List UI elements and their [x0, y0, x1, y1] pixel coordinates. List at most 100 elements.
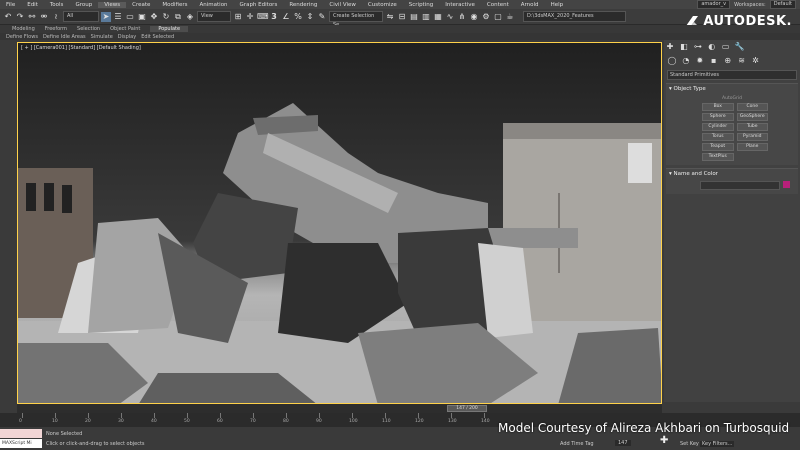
- populate-edit-selected[interactable]: Edit Selected: [141, 34, 174, 40]
- name-color-header[interactable]: ▾ Name and Color: [666, 169, 798, 179]
- primitive-cylinder-button[interactable]: Cylinder: [702, 123, 734, 131]
- menu-content[interactable]: Content: [481, 2, 515, 8]
- snaps-toggle-icon[interactable]: 3: [269, 12, 279, 22]
- object-type-header[interactable]: ▾ Object Type: [666, 84, 798, 94]
- maxscript-listener[interactable]: [0, 429, 42, 438]
- menu-customize[interactable]: Customize: [362, 2, 403, 8]
- primitive-geosphere-button[interactable]: GeoSphere: [736, 113, 768, 121]
- primitive-pyramid-button[interactable]: Pyramid: [736, 133, 768, 141]
- redo-icon[interactable]: ↷: [15, 12, 25, 22]
- select-object-icon[interactable]: ➤: [101, 11, 111, 22]
- menu-arnold[interactable]: Arnold: [515, 2, 545, 8]
- percent-snap-icon[interactable]: %: [293, 12, 303, 22]
- bind-spacewarp-icon[interactable]: ≀: [51, 12, 61, 22]
- mirror-icon[interactable]: ⇋: [385, 12, 395, 22]
- spacewarps-icon[interactable]: ≋: [737, 56, 747, 66]
- primitive-tube-button[interactable]: Tube: [736, 123, 768, 131]
- rotate-icon[interactable]: ↻: [161, 12, 171, 22]
- menu-views[interactable]: Views: [98, 1, 127, 8]
- camera-viewport[interactable]: [ + ] [Camera001] [Standard] [Default Sh…: [17, 42, 662, 404]
- menu-file[interactable]: File: [0, 2, 21, 8]
- menu-interactive[interactable]: Interactive: [439, 2, 481, 8]
- align-icon[interactable]: ⊟: [397, 12, 407, 22]
- ribbon-toggle-icon[interactable]: ▦: [433, 12, 443, 22]
- ribbon-tab-modeling[interactable]: Modeling: [12, 26, 35, 32]
- select-by-name-icon[interactable]: ☰: [113, 12, 123, 22]
- display-tab-icon[interactable]: ▭: [721, 42, 731, 52]
- menu-scripting[interactable]: Scripting: [403, 2, 439, 8]
- schematic-view-icon[interactable]: ⋔: [457, 12, 467, 22]
- set-key-button[interactable]: Set Key: [680, 441, 699, 447]
- time-slider-thumb[interactable]: 147 / 200: [447, 405, 487, 412]
- create-tab-icon[interactable]: ✚: [665, 42, 675, 52]
- time-slider-track[interactable]: 147 / 200: [17, 404, 662, 413]
- ribbon-tab-populate[interactable]: Populate: [150, 26, 189, 32]
- menu-tools[interactable]: Tools: [44, 2, 70, 8]
- render-icon[interactable]: ☕: [505, 12, 515, 22]
- populate-define-flows[interactable]: Define Flows: [6, 34, 38, 40]
- scene-explorer-icon[interactable]: ▤: [409, 12, 419, 22]
- render-setup-icon[interactable]: ⚙: [481, 12, 491, 22]
- set-key-icon[interactable]: ✚: [660, 435, 668, 446]
- undo-icon[interactable]: ↶: [3, 12, 13, 22]
- pivot-center-icon[interactable]: ⊞: [233, 12, 243, 22]
- shapes-icon[interactable]: ◔: [681, 56, 691, 66]
- user-account[interactable]: amador_v: [697, 0, 731, 9]
- primitive-plane-button[interactable]: Plane: [736, 143, 768, 151]
- spinner-snap-icon[interactable]: ⇕: [305, 12, 315, 22]
- modify-tab-icon[interactable]: ◧: [679, 42, 689, 52]
- primitive-torus-button[interactable]: Torus: [702, 133, 734, 141]
- geometry-icon[interactable]: ◯: [667, 56, 677, 66]
- angle-snap-icon[interactable]: ∠: [281, 12, 291, 22]
- layer-explorer-icon[interactable]: ▥: [421, 12, 431, 22]
- current-frame-field[interactable]: 147: [615, 440, 631, 446]
- menu-animation[interactable]: Animation: [194, 2, 234, 8]
- keyboard-shortcut-icon[interactable]: ⌨: [257, 12, 269, 22]
- object-color-swatch[interactable]: [783, 181, 790, 188]
- primitive-box-button[interactable]: Box: [702, 103, 734, 111]
- menu-create[interactable]: Create: [126, 2, 156, 8]
- menu-edit[interactable]: Edit: [21, 2, 44, 8]
- named-selection-dropdown[interactable]: Create Selection Se: [329, 11, 383, 28]
- hierarchy-tab-icon[interactable]: ⊶: [693, 42, 703, 52]
- primitive-textplus-button[interactable]: TextPlus: [702, 153, 734, 161]
- helpers-icon[interactable]: ⊕: [723, 56, 733, 66]
- selection-filter-dropdown[interactable]: All: [63, 11, 99, 22]
- cameras-icon[interactable]: ▪: [709, 56, 719, 66]
- rect-selection-icon[interactable]: ▭: [125, 12, 135, 22]
- named-selection-icon[interactable]: ✎: [317, 12, 327, 22]
- menu-civil-view[interactable]: Civil View: [323, 2, 361, 8]
- menu-modifiers[interactable]: Modifiers: [156, 2, 193, 8]
- key-filters-button[interactable]: Key Filters...: [700, 441, 735, 447]
- populate-define-idle-areas[interactable]: Define Idle Areas: [43, 34, 86, 40]
- workspace-dropdown[interactable]: Default: [769, 0, 796, 9]
- utilities-tab-icon[interactable]: 🔧: [735, 42, 745, 52]
- place-icon[interactable]: ◈: [185, 12, 195, 22]
- ribbon-tab-selection[interactable]: Selection: [77, 26, 100, 32]
- rendered-frame-icon[interactable]: ▢: [493, 12, 503, 22]
- ribbon-tab-object-paint[interactable]: Object Paint: [110, 26, 140, 32]
- maxscript-input[interactable]: MAXScript Mi: [0, 439, 42, 448]
- menu-help[interactable]: Help: [545, 2, 570, 8]
- scale-icon[interactable]: ⧉: [173, 12, 183, 22]
- primitive-cone-button[interactable]: Cone: [736, 103, 768, 111]
- window-crossing-icon[interactable]: ▣: [137, 12, 147, 22]
- unlink-icon[interactable]: ⚮: [39, 12, 49, 22]
- material-editor-icon[interactable]: ◉: [469, 12, 479, 22]
- move-icon[interactable]: ✥: [149, 12, 159, 22]
- reference-coordinate-dropdown[interactable]: View: [197, 11, 231, 22]
- menu-graph-editors[interactable]: Graph Editors: [234, 2, 284, 8]
- menu-rendering[interactable]: Rendering: [283, 2, 323, 8]
- menu-group[interactable]: Group: [69, 2, 98, 8]
- primitives-dropdown[interactable]: Standard Primitives: [667, 70, 797, 80]
- object-name-field[interactable]: [700, 181, 780, 190]
- motion-tab-icon[interactable]: ◐: [707, 42, 717, 52]
- primitive-teapot-button[interactable]: Teapot: [702, 143, 734, 151]
- add-time-tag[interactable]: Add Time Tag: [560, 441, 594, 447]
- autogrid-checkbox[interactable]: AutoGrid: [666, 94, 798, 101]
- curve-editor-icon[interactable]: ∿: [445, 12, 455, 22]
- populate-simulate[interactable]: Simulate: [91, 34, 113, 40]
- select-manipulate-icon[interactable]: ✛: [245, 12, 255, 22]
- populate-display[interactable]: Display: [118, 34, 136, 40]
- ribbon-tab-freeform[interactable]: Freeform: [45, 26, 67, 32]
